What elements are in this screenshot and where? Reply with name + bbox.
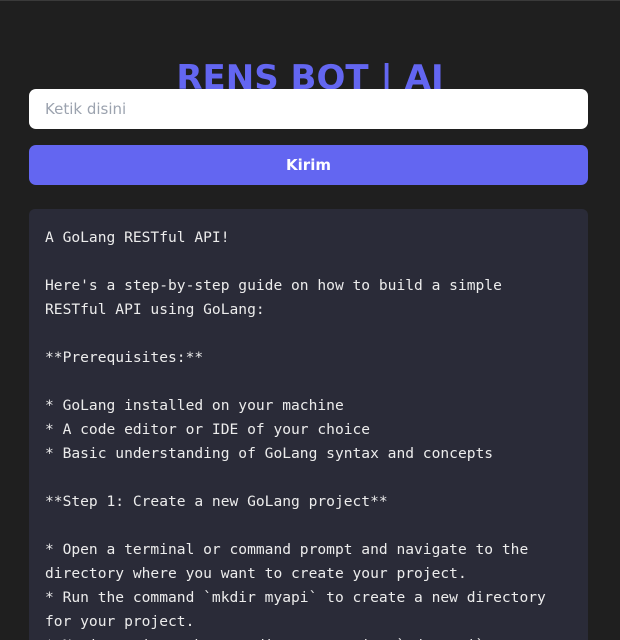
response-text: A GoLang RESTful API! Here's a step-by-s… (45, 229, 546, 640)
message-input[interactable] (29, 89, 588, 129)
send-button[interactable]: Kirim (29, 145, 588, 185)
window-top-border (0, 0, 620, 1)
response-panel: A GoLang RESTful API! Here's a step-by-s… (29, 209, 588, 640)
